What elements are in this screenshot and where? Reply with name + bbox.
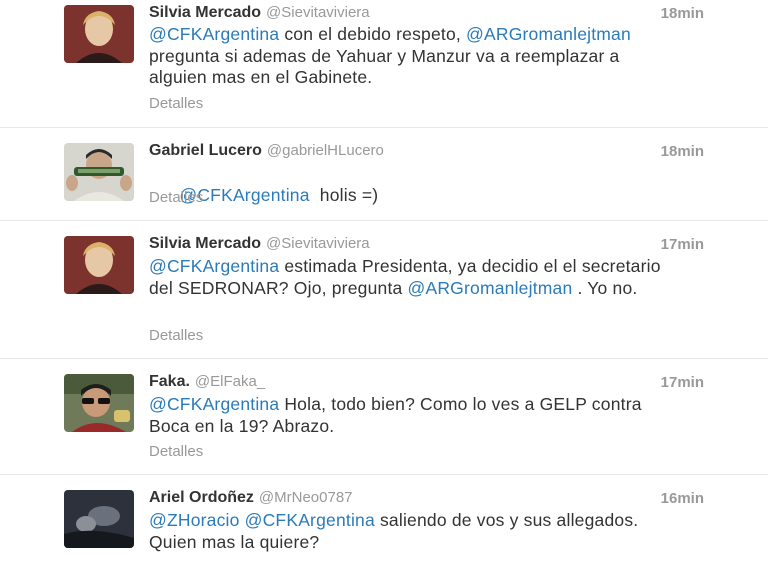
- tweet-timeline: Silvia Mercado @Sievitaviviera 18min @CFK…: [0, 0, 768, 561]
- mention-link[interactable]: @CFKArgentina: [149, 256, 279, 276]
- woman-portrait-avatar[interactable]: [64, 5, 134, 63]
- tweet-timestamp[interactable]: 16min: [661, 490, 704, 507]
- tweet-timestamp[interactable]: 17min: [661, 236, 704, 253]
- tweet-header: Ariel Ordoñez @MrNeo0787: [149, 489, 353, 507]
- tweet-timestamp[interactable]: 18min: [661, 5, 704, 22]
- details-link[interactable]: Detalles: [149, 327, 203, 344]
- tweet-timestamp[interactable]: 18min: [661, 143, 704, 160]
- tweet-header: Gabriel Lucero @gabrielHLucero: [149, 142, 384, 160]
- mention-link[interactable]: @ARGromanlejtman: [466, 24, 631, 44]
- tweet-header: Silvia Mercado @Sievitaviviera: [149, 235, 370, 253]
- tweet-item[interactable]: Faka. @ElFaka_ 17min @CFKArgentina Hola, …: [0, 359, 768, 475]
- tweet-text: @ZHoracio @CFKArgentina saliendo de vos …: [149, 510, 669, 553]
- author-name[interactable]: Ariel Ordoñez: [149, 489, 254, 506]
- author-handle[interactable]: @Sievitaviviera: [266, 4, 370, 21]
- dark-photo-avatar[interactable]: [64, 490, 134, 548]
- tweet-timestamp[interactable]: 17min: [661, 374, 704, 391]
- author-name[interactable]: Silvia Mercado: [149, 235, 261, 252]
- details-link[interactable]: Detalles: [149, 95, 203, 112]
- tweet-text: @CFKArgentina con el debido respeto, @AR…: [149, 24, 669, 89]
- tweet-item[interactable]: Ariel Ordoñez @MrNeo0787 16min @ZHoracio …: [0, 475, 768, 561]
- author-handle[interactable]: @MrNeo0787: [259, 489, 353, 506]
- tweet-text: @CFKArgentina Hola, todo bien? Como lo v…: [149, 394, 669, 437]
- author-handle[interactable]: @Sievitaviviera: [266, 235, 370, 252]
- woman-portrait-avatar[interactable]: [64, 236, 134, 294]
- tweet-text-segment: holis =): [309, 184, 379, 205]
- tweet-item[interactable]: Silvia Mercado @Sievitaviviera 18min @CFK…: [0, 0, 768, 128]
- author-handle[interactable]: @gabrielHLucero: [267, 142, 384, 159]
- details-link[interactable]: Detalles: [149, 189, 203, 206]
- tweet-text: @CFKArgentina holis =): [149, 163, 669, 228]
- tweet-header: Faka. @ElFaka_: [149, 373, 265, 391]
- author-name[interactable]: Silvia Mercado: [149, 4, 261, 21]
- tweet-item[interactable]: Silvia Mercado @Sievitaviviera 17min @CFK…: [0, 221, 768, 359]
- mention-link[interactable]: @CFKArgentina: [149, 394, 279, 414]
- man-with-object-avatar[interactable]: [64, 143, 134, 201]
- details-link[interactable]: Detalles: [149, 443, 203, 460]
- author-name[interactable]: Gabriel Lucero: [149, 142, 262, 159]
- tweet-text-segment: pregunta si ademas de Yahuar y Manzur va…: [149, 45, 620, 88]
- man-sunglasses-avatar[interactable]: [64, 374, 134, 432]
- mention-link[interactable]: @ZHoracio: [149, 510, 240, 530]
- tweet-text: @CFKArgentina estimada Presidenta, ya de…: [149, 256, 669, 299]
- author-handle[interactable]: @ElFaka_: [195, 373, 265, 390]
- mention-link[interactable]: @ARGromanlejtman: [408, 278, 573, 298]
- tweet-text-segment: con el debido respeto,: [279, 24, 467, 44]
- mention-link[interactable]: @CFKArgentina: [245, 510, 375, 530]
- tweet-header: Silvia Mercado @Sievitaviviera: [149, 4, 370, 22]
- author-name[interactable]: Faka.: [149, 373, 190, 390]
- tweet-text-segment: . Yo no.: [572, 277, 638, 298]
- tweet-item[interactable]: Gabriel Lucero @gabrielHLucero 18min @CFK…: [0, 128, 768, 221]
- mention-link[interactable]: @CFKArgentina: [149, 24, 279, 44]
